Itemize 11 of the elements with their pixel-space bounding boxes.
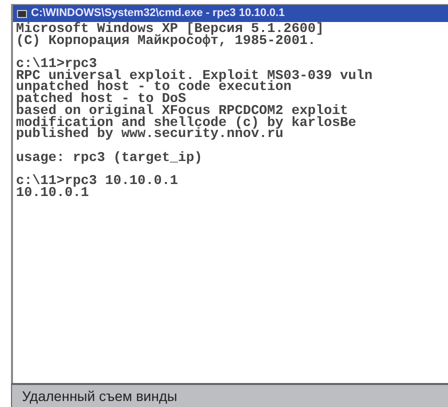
console-line: c:\11>rpc3 10.10.0.1 [16, 176, 180, 188]
window-title: C:\WINDOWS\System32\cmd.exe - rpc3 10.10.0.1 [31, 6, 285, 22]
console-line: published by www.security.nnov.ru [16, 129, 284, 141]
console-line: unpatched host - to code execution [16, 82, 292, 94]
console-line: c:\11>rpc3 [16, 59, 98, 71]
console-line: usage: rpc3 (target_ip) [16, 152, 204, 164]
console-line: (С) Корпорация Майкрософт, 1985-2001. [16, 36, 316, 48]
caption-text: Удаленный съем винды [22, 386, 178, 406]
console-line: 10.10.0.1 [16, 188, 89, 200]
console-line: based on original XFocus RPCDCOM2 exploit [16, 106, 348, 118]
console-icon [17, 10, 27, 18]
